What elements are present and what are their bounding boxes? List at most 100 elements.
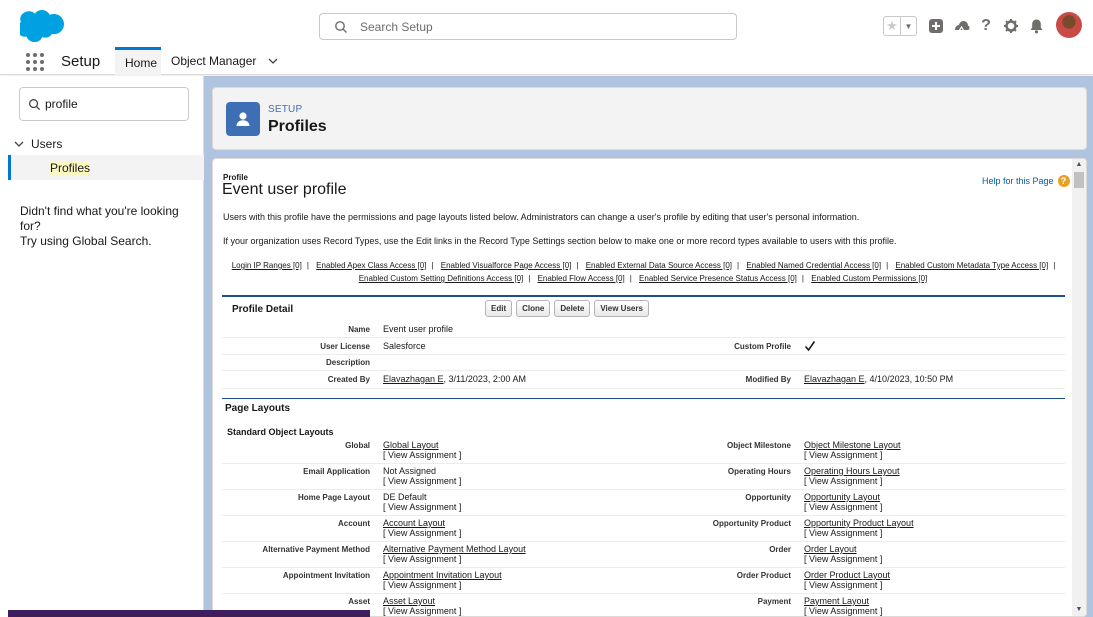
layout-link[interactable]: Object Milestone Layout bbox=[804, 440, 901, 450]
chevron-down-icon[interactable] bbox=[14, 139, 24, 149]
help-for-this-page-link[interactable]: Help for this Page ? bbox=[982, 175, 1070, 187]
view-assignment-link[interactable]: [ View Assignment ] bbox=[804, 502, 882, 512]
layout-value: DE Default[ View Assignment ] bbox=[383, 492, 461, 512]
separator: | bbox=[629, 274, 632, 283]
trailhead-icon[interactable] bbox=[950, 16, 972, 36]
view-assignment-link[interactable]: [ View Assignment ] bbox=[383, 580, 502, 590]
view-assignment-link[interactable]: [ View Assignment ] bbox=[804, 606, 882, 616]
view-assignment-link[interactable]: [ View Assignment ] bbox=[804, 476, 900, 486]
quick-find-input[interactable] bbox=[45, 96, 180, 112]
related-link[interactable]: Login IP Ranges [0] bbox=[232, 261, 302, 270]
view-assignment-link[interactable]: [ View Assignment ] bbox=[383, 554, 526, 564]
view-users-button[interactable]: View Users bbox=[594, 300, 649, 317]
delete-button[interactable]: Delete bbox=[554, 300, 591, 317]
created-by-label: Created By bbox=[327, 375, 370, 384]
layout-link[interactable]: Alternative Payment Method Layout bbox=[383, 544, 526, 554]
user-icon bbox=[226, 102, 260, 136]
related-link[interactable]: Enabled Visualforce Page Access [0] bbox=[441, 261, 572, 270]
layout-link[interactable]: Operating Hours Layout bbox=[804, 466, 900, 476]
scroll-down-icon[interactable]: ▼ bbox=[1075, 606, 1083, 614]
vertical-scrollbar[interactable]: ▲ ▼ bbox=[1072, 159, 1086, 616]
tab-object-manager-label: Object Manager bbox=[171, 54, 257, 68]
layout-link[interactable]: Order Product Layout bbox=[804, 570, 890, 580]
salesforce-logo[interactable] bbox=[20, 10, 66, 42]
modified-by-user-link[interactable]: Elavazhagan E bbox=[804, 374, 865, 384]
view-assignment-link[interactable]: [ View Assignment ] bbox=[383, 476, 461, 486]
layout-link[interactable]: Account Layout bbox=[383, 518, 461, 528]
layout-object-label: Email Application bbox=[303, 467, 370, 476]
layout-value: Opportunity Layout[ View Assignment ] bbox=[804, 492, 882, 512]
not-found-message: Didn't find what you're looking for? Try… bbox=[20, 204, 200, 249]
global-search-input[interactable] bbox=[360, 17, 720, 36]
layout-value: Opportunity Product Layout[ View Assignm… bbox=[804, 518, 914, 538]
scroll-up-icon[interactable]: ▲ bbox=[1075, 161, 1083, 169]
layout-link[interactable]: Payment Layout bbox=[804, 596, 882, 606]
created-by-user-link[interactable]: Elavazhagan E bbox=[383, 374, 444, 384]
gear-icon[interactable] bbox=[1000, 16, 1022, 36]
related-link[interactable]: Enabled Custom Metadata Type Access [0] bbox=[895, 261, 1048, 270]
view-assignment-link[interactable]: [ View Assignment ] bbox=[804, 528, 914, 538]
profile-detail-rule bbox=[222, 295, 1065, 297]
related-links-row: Login IP Ranges [0] | Enabled Apex Class … bbox=[213, 261, 1073, 270]
layout-value: Global Layout[ View Assignment ] bbox=[383, 440, 461, 460]
bell-icon[interactable] bbox=[1025, 16, 1047, 36]
separator: | bbox=[1053, 261, 1056, 270]
global-search[interactable] bbox=[319, 13, 737, 40]
layout-link[interactable]: Order Layout bbox=[804, 544, 882, 554]
name-label: Name bbox=[348, 325, 370, 334]
profile-detail-frame: Profile Event user profile Help for this… bbox=[212, 158, 1087, 617]
plus-icon[interactable] bbox=[925, 16, 947, 36]
avatar[interactable] bbox=[1056, 12, 1082, 38]
related-link[interactable]: Enabled Custom Setting Definitions Acces… bbox=[359, 274, 524, 283]
separator: | bbox=[528, 274, 531, 283]
star-icon[interactable]: ★ bbox=[884, 17, 900, 35]
layout-text: Not Assigned bbox=[383, 466, 437, 476]
global-search-link[interactable]: Try using Global Search. bbox=[20, 234, 200, 249]
view-assignment-link[interactable]: [ View Assignment ] bbox=[804, 554, 882, 564]
view-assignment-link[interactable]: [ View Assignment ] bbox=[383, 450, 461, 460]
related-link[interactable]: Enabled Apex Class Access [0] bbox=[316, 261, 426, 270]
related-link[interactable]: Enabled Flow Access [0] bbox=[538, 274, 625, 283]
related-link[interactable]: Enabled Named Credential Access [0] bbox=[746, 261, 881, 270]
view-assignment-link[interactable]: [ View Assignment ] bbox=[383, 528, 461, 538]
status-bar-strip bbox=[8, 610, 370, 617]
clone-button[interactable]: Clone bbox=[516, 300, 551, 317]
layout-object-label: Appointment Invitation bbox=[282, 571, 370, 580]
checkmark-icon bbox=[804, 341, 816, 352]
tab-home[interactable]: Home bbox=[115, 47, 161, 75]
layout-link[interactable]: Appointment Invitation Layout bbox=[383, 570, 502, 580]
tree-group-users[interactable]: Users bbox=[14, 137, 62, 151]
layout-link[interactable]: Opportunity Layout bbox=[804, 492, 882, 502]
related-link[interactable]: Enabled External Data Source Access [0] bbox=[586, 261, 732, 270]
separator: | bbox=[431, 261, 434, 270]
view-assignment-link[interactable]: [ View Assignment ] bbox=[804, 450, 901, 460]
chevron-down-icon[interactable]: ▼ bbox=[900, 17, 916, 35]
view-assignment-link[interactable]: [ View Assignment ] bbox=[383, 502, 461, 512]
chevron-down-icon[interactable] bbox=[268, 56, 278, 66]
separator: | bbox=[886, 261, 889, 270]
layout-link[interactable]: Asset Layout bbox=[383, 596, 461, 606]
view-assignment-link[interactable]: [ View Assignment ] bbox=[383, 606, 461, 616]
layout-row: Account Account Layout[ View Assignment … bbox=[222, 516, 1065, 542]
scrollbar-thumb[interactable] bbox=[1074, 172, 1084, 188]
edit-button[interactable]: Edit bbox=[485, 300, 513, 317]
layout-link[interactable]: Global Layout bbox=[383, 440, 461, 450]
layout-object-label: Order bbox=[769, 545, 791, 554]
app-launcher-icon[interactable] bbox=[26, 53, 44, 71]
layout-value: Operating Hours Layout[ View Assignment … bbox=[804, 466, 900, 486]
help-icon: ? bbox=[1057, 175, 1070, 187]
separator: | bbox=[306, 261, 309, 270]
help-icon[interactable]: ? bbox=[975, 16, 997, 36]
layout-link[interactable]: Opportunity Product Layout bbox=[804, 518, 914, 528]
related-link[interactable]: Enabled Custom Permissions [0] bbox=[811, 274, 927, 283]
sidebar-item-profiles[interactable]: Profiles bbox=[8, 155, 204, 180]
quick-find-box[interactable] bbox=[19, 87, 189, 121]
context-bar: Setup Home Object Manager bbox=[0, 47, 1093, 75]
view-assignment-link[interactable]: [ View Assignment ] bbox=[804, 580, 890, 590]
related-link[interactable]: Enabled Service Presence Status Access [… bbox=[639, 274, 797, 283]
custom-profile-label: Custom Profile bbox=[734, 342, 791, 351]
tab-object-manager[interactable]: Object Manager bbox=[161, 47, 288, 75]
layout-text: DE Default bbox=[383, 492, 427, 502]
profile-description-text: Users with this profile have the permiss… bbox=[223, 212, 860, 222]
detail-row: Created By Elavazhagan E, 3/11/2023, 2:0… bbox=[222, 371, 1065, 389]
